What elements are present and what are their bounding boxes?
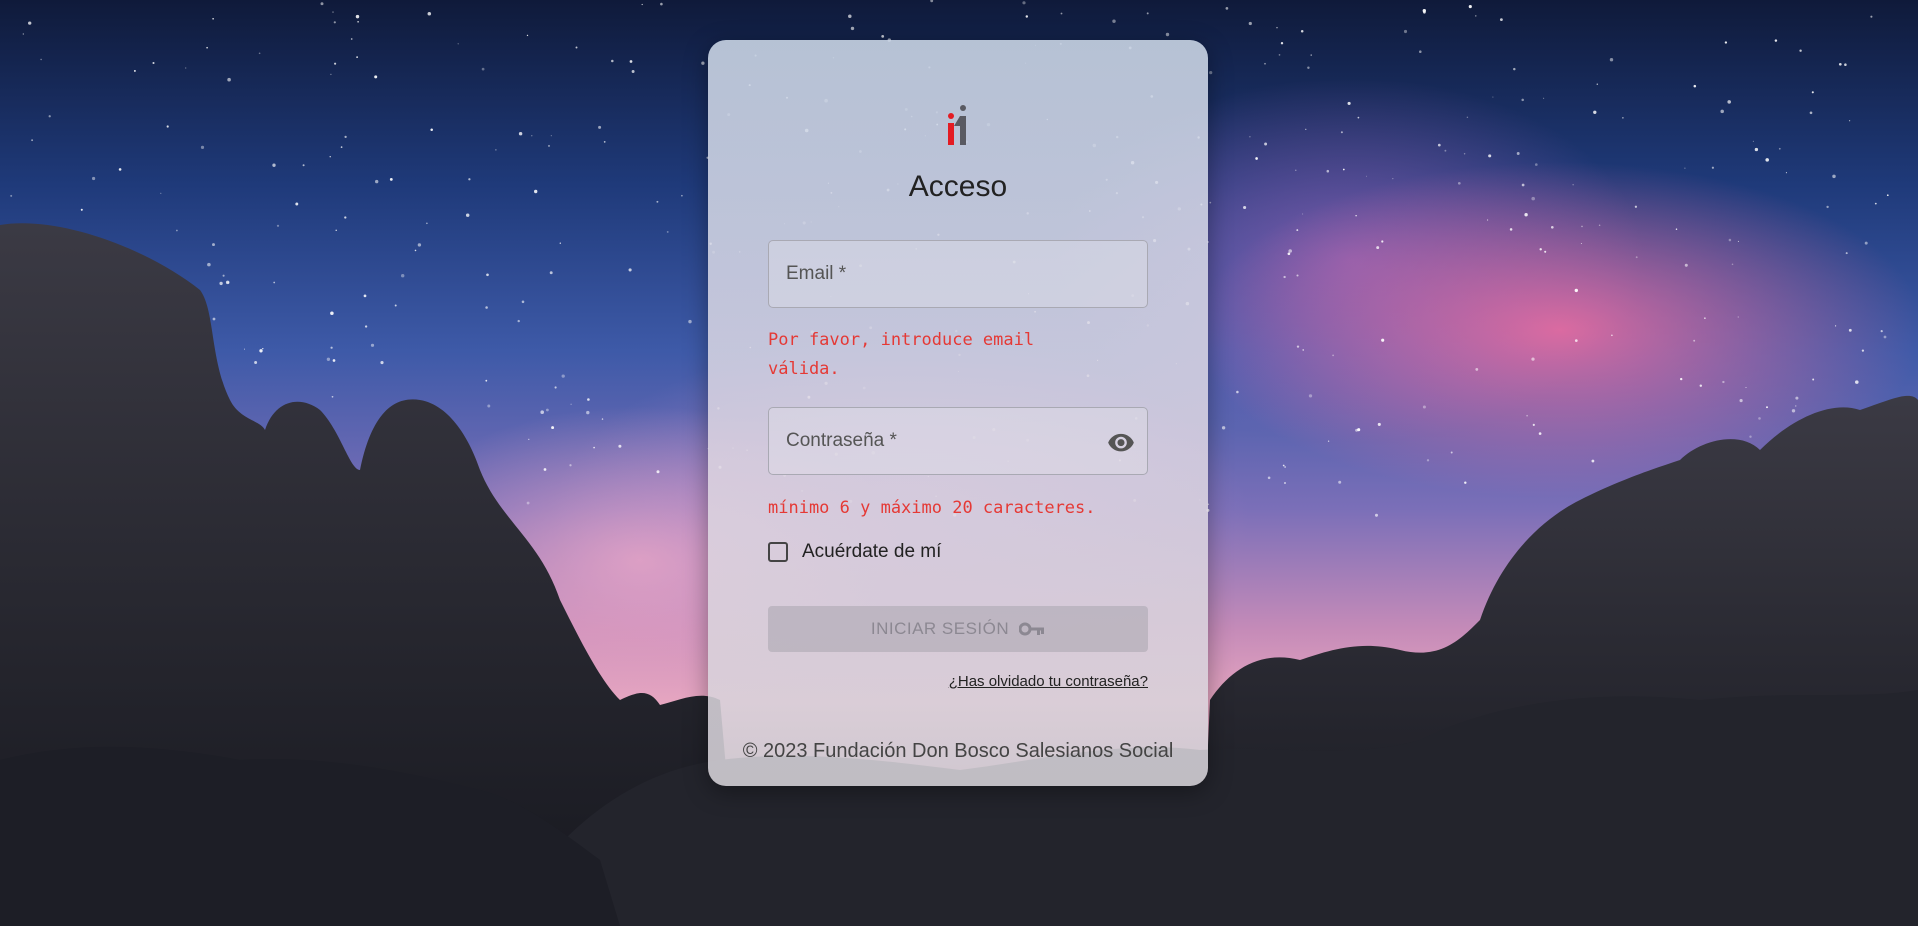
forgot-password-link[interactable]: ¿Has olvidado tu contraseña?	[949, 673, 1148, 690]
eye-icon[interactable]	[1107, 428, 1135, 456]
password-input[interactable]	[769, 408, 1151, 476]
email-input[interactable]	[769, 241, 1151, 309]
brand-logo	[948, 105, 966, 145]
password-field[interactable]: Contraseña *	[768, 407, 1151, 476]
footer-copyright: © 2023 Fundación Don Bosco Salesianos So…	[742, 740, 1174, 762]
password-error: mínimo 6 y máximo 20 caracteres.	[768, 498, 1096, 518]
key-icon	[1019, 622, 1045, 636]
email-error: Por favor, introduce email válida.	[768, 330, 1035, 379]
remember-label: Acuérdate de mí	[802, 541, 942, 562]
email-field[interactable]: Email *	[768, 240, 1151, 309]
remember-me[interactable]: Acuérdate de mí	[768, 538, 941, 566]
login-button[interactable]: INICIAR SESIÓN	[768, 606, 1148, 652]
page-title: Acceso	[908, 170, 1008, 203]
login-button-label: INICIAR SESIÓN	[870, 619, 1010, 638]
login-card: Acceso Email * Por favor, introduce emai…	[708, 40, 1208, 786]
remember-checkbox[interactable]	[768, 542, 788, 562]
